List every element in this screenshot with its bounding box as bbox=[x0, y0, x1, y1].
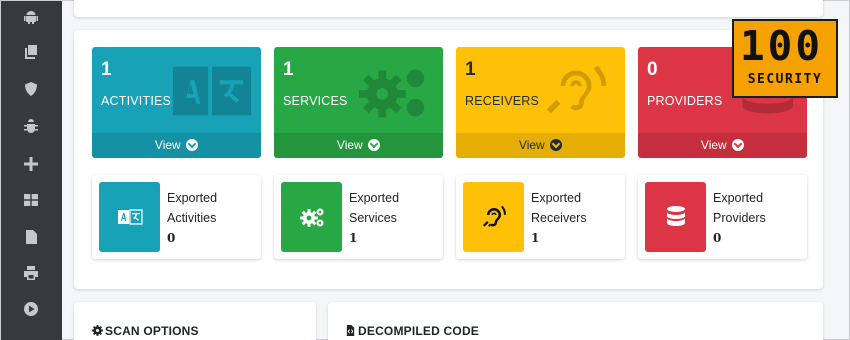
services-label: SERVICES bbox=[283, 94, 348, 108]
copy-icon[interactable] bbox=[20, 41, 42, 63]
services-box: 1 SERVICES View bbox=[274, 47, 443, 158]
scan-options-panel: SCAN OPTIONS bbox=[74, 302, 316, 340]
exported-providers-label: Exported Providers bbox=[713, 191, 766, 225]
100-security-logo: 100 SECURITY bbox=[732, 19, 838, 98]
exported-activities-box: Exported Activities 0 bbox=[92, 175, 261, 259]
exported-services-count: 1 bbox=[349, 231, 358, 245]
arrow-circle-down-icon bbox=[732, 139, 745, 151]
activities-view-label: View bbox=[154, 138, 181, 152]
exported-services-box: Exported Services 1 bbox=[274, 175, 443, 259]
bug-icon[interactable] bbox=[20, 116, 42, 138]
pdf-file-icon[interactable] bbox=[20, 226, 42, 248]
providers-view-label: View bbox=[700, 138, 727, 152]
plus-icon[interactable] bbox=[20, 153, 42, 175]
exported-receivers-label: Exported Receivers bbox=[531, 191, 587, 225]
activities-view-link[interactable]: View bbox=[92, 133, 261, 158]
exported-receivers-count: 1 bbox=[531, 231, 540, 245]
arrow-circle-down-icon bbox=[368, 139, 381, 151]
activities-box: 1 ACTIVITIES View bbox=[92, 47, 261, 158]
scan-options-title: SCAN OPTIONS bbox=[92, 324, 199, 338]
sidebar bbox=[1, 1, 62, 340]
providers-view-link[interactable]: View bbox=[638, 133, 807, 158]
cogs-icon bbox=[355, 63, 433, 121]
exported-activities-count: 0 bbox=[167, 231, 176, 245]
code-file-icon bbox=[346, 325, 355, 336]
activities-count: 1 bbox=[101, 59, 112, 80]
arrow-circle-down-icon bbox=[186, 139, 199, 151]
services-view-link[interactable]: View bbox=[274, 133, 443, 158]
exported-activities-label: Exported Activities bbox=[167, 191, 218, 225]
receivers-count: 1 bbox=[465, 59, 476, 80]
gear-icon bbox=[92, 325, 103, 336]
receivers-box: 1 RECEIVERS View bbox=[456, 47, 625, 158]
providers-count: 0 bbox=[647, 59, 658, 80]
cogs-icon bbox=[281, 182, 342, 252]
activities-label: ACTIVITIES bbox=[101, 94, 172, 108]
windows-icon[interactable] bbox=[20, 189, 42, 211]
language-icon bbox=[173, 63, 251, 121]
assistive-listening-icon bbox=[537, 63, 615, 121]
assistive-listening-icon bbox=[463, 182, 524, 252]
print-icon[interactable] bbox=[20, 262, 42, 284]
top-card bbox=[74, 0, 823, 17]
receivers-view-label: View bbox=[518, 138, 545, 152]
exported-providers-box: Exported Providers 0 bbox=[638, 175, 807, 259]
services-view-label: View bbox=[336, 138, 363, 152]
database-icon bbox=[645, 182, 706, 252]
exported-services-label: Exported Services bbox=[349, 191, 400, 225]
services-count: 1 bbox=[283, 59, 294, 80]
exported-receivers-box: Exported Receivers 1 bbox=[456, 175, 625, 259]
decompiled-code-title: DECOMPILED CODE bbox=[345, 324, 479, 338]
decompiled-code-panel: DECOMPILED CODE bbox=[328, 302, 823, 340]
receivers-view-link[interactable]: View bbox=[456, 133, 625, 158]
receivers-label: RECEIVERS bbox=[465, 94, 540, 108]
play-circle-icon[interactable] bbox=[20, 298, 42, 320]
language-icon bbox=[99, 182, 160, 252]
android-icon[interactable] bbox=[20, 6, 42, 28]
providers-label: PROVIDERS bbox=[647, 94, 723, 108]
arrow-circle-down-icon bbox=[550, 139, 563, 151]
shield-icon[interactable] bbox=[20, 78, 42, 100]
exported-providers-count: 0 bbox=[713, 231, 722, 245]
